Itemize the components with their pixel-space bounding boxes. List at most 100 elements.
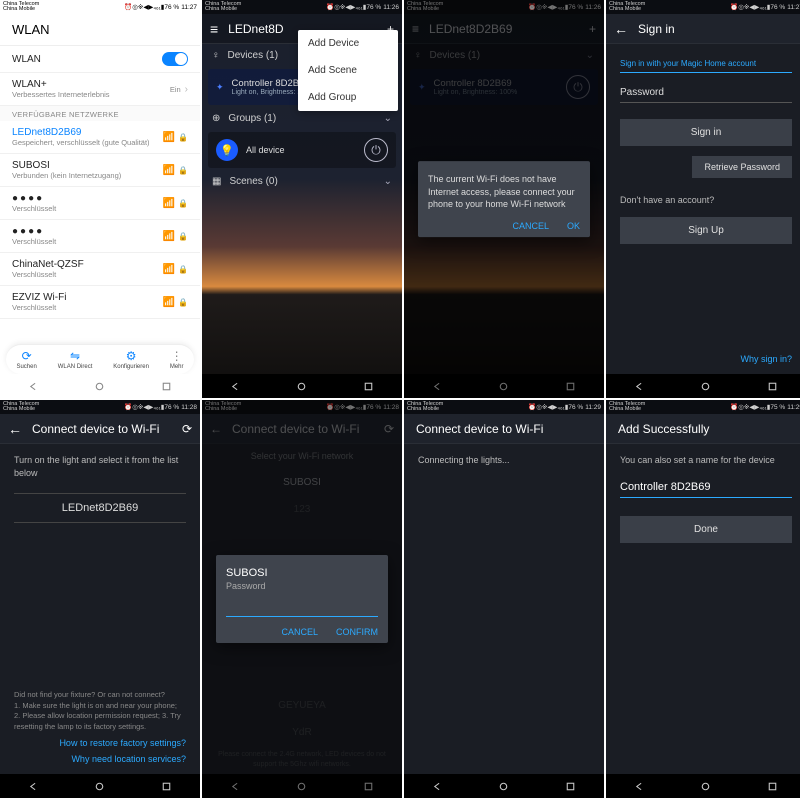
- wlan-plus-row[interactable]: WLAN+ Verbessertes Interneterlebnis Ein …: [0, 73, 200, 106]
- available-networks-header: Verfügbare Netzwerke: [0, 106, 200, 121]
- password-input[interactable]: Password: [620, 83, 792, 103]
- why-sign-in-link[interactable]: Why sign in?: [606, 354, 800, 374]
- recent-icon[interactable]: [766, 780, 779, 793]
- page-title: WLAN: [0, 14, 200, 46]
- home-icon[interactable]: [93, 380, 106, 393]
- status-time: 11:27: [181, 4, 197, 11]
- lock-icon: 🔒: [178, 166, 188, 175]
- more-icon: ⋮: [171, 349, 183, 363]
- screen-app-home-dialog: China Telecom China Mobile⏰◎※◀▶₄₆₁▮76 %1…: [404, 0, 604, 398]
- recent-icon[interactable]: [766, 380, 779, 393]
- hamburger-icon[interactable]: ≡: [210, 21, 218, 37]
- search-icon: ⟳: [22, 349, 32, 363]
- wifi-warning-dialog: The current Wi-Fi does not have Internet…: [418, 161, 590, 237]
- screen-add-success: China Telecom China Mobile⏰◎※◀▶₄₆₁▮75 %1…: [606, 400, 800, 798]
- recent-icon[interactable]: [564, 780, 577, 793]
- system-nav-bar: [0, 374, 200, 398]
- wifi-network-row[interactable]: ChinaNet-QZSFVerschlüsselt📶🔒: [0, 253, 200, 286]
- sign-up-button[interactable]: Sign Up: [620, 217, 792, 244]
- instruction-text: Turn on the light and select it from the…: [14, 454, 186, 479]
- screen-sign-in: China Telecom China Mobile⏰◎※◀▶₄₆₁▮76 %1…: [606, 0, 800, 398]
- password-label: Password: [226, 581, 378, 591]
- back-icon[interactable]: [27, 380, 40, 393]
- wlan-direct-icon: ⇋: [70, 349, 80, 363]
- factory-reset-link[interactable]: How to restore factory settings?: [14, 738, 186, 748]
- network-name: SUBOSI: [12, 160, 163, 171]
- bulb-outline-icon: ♀: [212, 50, 220, 61]
- network-status: Verbunden (kein Internetzugang): [12, 171, 163, 180]
- wifi-network-row[interactable]: LEDnet8D2B69Gespeichert, verschlüsselt (…: [0, 121, 200, 154]
- toolbar-search[interactable]: ⟳Suchen: [16, 349, 36, 370]
- home-icon[interactable]: [699, 380, 712, 393]
- page-title: Sign in: [638, 22, 798, 36]
- back-icon[interactable]: [633, 780, 646, 793]
- recent-icon[interactable]: [160, 380, 173, 393]
- menu-add-group[interactable]: Add Group: [298, 84, 398, 111]
- page-title: Add Successfully: [618, 422, 798, 436]
- back-icon[interactable]: [633, 380, 646, 393]
- scenes-icon: ▦: [212, 176, 221, 187]
- cancel-button[interactable]: CANCEL: [512, 221, 549, 231]
- bottom-toolbar: ⟳Suchen ⇋WLAN Direct ⚙Konfigurieren ⋮Meh…: [6, 344, 194, 374]
- toolbar-wlan-direct[interactable]: ⇋WLAN Direct: [58, 349, 93, 370]
- password-input[interactable]: [226, 601, 378, 617]
- wifi-network-row[interactable]: ●●●●Verschlüsselt📶🔒: [0, 187, 200, 220]
- wifi-signal-icon: 📶: [163, 165, 175, 176]
- wlanplus-value: Ein: [170, 85, 181, 94]
- home-icon[interactable]: [497, 780, 510, 793]
- screen-connect-device: China Telecom China Mobile⏰◎※◀▶₄₆₁▮76 %1…: [0, 400, 200, 798]
- account-input[interactable]: Sign in with your Magic Home account: [620, 54, 792, 73]
- back-icon[interactable]: [229, 380, 242, 393]
- home-icon[interactable]: [93, 780, 106, 793]
- wlanplus-sub: Verbessertes Interneterlebnis: [12, 90, 170, 99]
- wifi-network-row[interactable]: SUBOSIVerbunden (kein Internetzugang)📶🔒: [0, 154, 200, 187]
- home-icon[interactable]: [699, 780, 712, 793]
- screen-wlan-settings: China Telecom China Mobile ⏰◎※◀▶₄₆₁▮76 %…: [0, 0, 200, 398]
- retrieve-password-button[interactable]: Retrieve Password: [692, 156, 792, 178]
- status-icons: ⏰◎※◀▶₄₆₁▮76 %: [124, 3, 179, 11]
- lock-icon: 🔒: [178, 298, 188, 307]
- lock-icon: 🔒: [178, 265, 188, 274]
- group-card[interactable]: 💡 All device ⏻: [208, 132, 396, 168]
- toggle-switch[interactable]: [162, 52, 188, 66]
- power-icon[interactable]: ⏻: [364, 138, 388, 162]
- refresh-icon[interactable]: ⟳: [182, 422, 192, 436]
- network-name: EZVIZ Wi-Fi: [12, 292, 163, 303]
- scenes-section-header[interactable]: ▦Scenes (0)⌄: [202, 170, 402, 193]
- wifi-name-label: SUBOSI: [226, 567, 378, 579]
- wifi-signal-icon: 📶: [163, 198, 175, 209]
- add-menu-popup: Add Device Add Scene Add Group: [298, 30, 398, 111]
- network-name: ChinaNet-QZSF: [12, 259, 163, 270]
- confirm-button[interactable]: CONFIRM: [336, 627, 378, 637]
- lock-icon: 🔒: [178, 232, 188, 241]
- wlan-toggle-row[interactable]: WLAN: [0, 46, 200, 73]
- wifi-network-row[interactable]: ●●●●Verschlüsselt📶🔒: [0, 220, 200, 253]
- device-name-input[interactable]: Controller 8D2B69: [620, 477, 792, 498]
- network-name: ●●●●: [12, 193, 163, 204]
- cancel-button[interactable]: CANCEL: [281, 627, 318, 637]
- set-name-hint: You can also set a name for the device: [620, 454, 792, 467]
- back-icon[interactable]: [431, 780, 444, 793]
- recent-icon[interactable]: [160, 780, 173, 793]
- recent-icon[interactable]: [362, 380, 375, 393]
- back-icon[interactable]: [27, 780, 40, 793]
- back-arrow-icon[interactable]: ←: [614, 21, 628, 37]
- home-icon[interactable]: [295, 380, 308, 393]
- not-found-help: Did not find your fixture? Or can not co…: [14, 690, 186, 732]
- wifi-network-row[interactable]: EZVIZ Wi-FiVerschlüsselt📶🔒: [0, 286, 200, 319]
- toolbar-configure[interactable]: ⚙Konfigurieren: [113, 349, 149, 370]
- location-services-link[interactable]: Why need location services?: [14, 754, 186, 764]
- done-button[interactable]: Done: [620, 516, 792, 543]
- device-type-icon: ✦: [216, 82, 224, 93]
- back-arrow-icon[interactable]: ←: [8, 421, 22, 437]
- dialog-message: The current Wi-Fi does not have Internet…: [428, 173, 580, 211]
- ok-button[interactable]: OK: [567, 221, 580, 231]
- menu-add-scene[interactable]: Add Scene: [298, 57, 398, 84]
- sign-in-button[interactable]: Sign in: [620, 119, 792, 146]
- menu-add-device[interactable]: Add Device: [298, 30, 398, 57]
- device-list-item[interactable]: LEDnet8D2B69: [14, 493, 186, 523]
- status-bar: China Telecom China Mobile⏰◎※◀▶₄₆₁▮76 %1…: [202, 0, 402, 14]
- wifi-signal-icon: 📶: [163, 297, 175, 308]
- toolbar-more[interactable]: ⋮Mehr: [170, 349, 184, 370]
- screen-connecting: China Telecom China Mobile⏰◎※◀▶₄₆₁▮76 %1…: [404, 400, 604, 798]
